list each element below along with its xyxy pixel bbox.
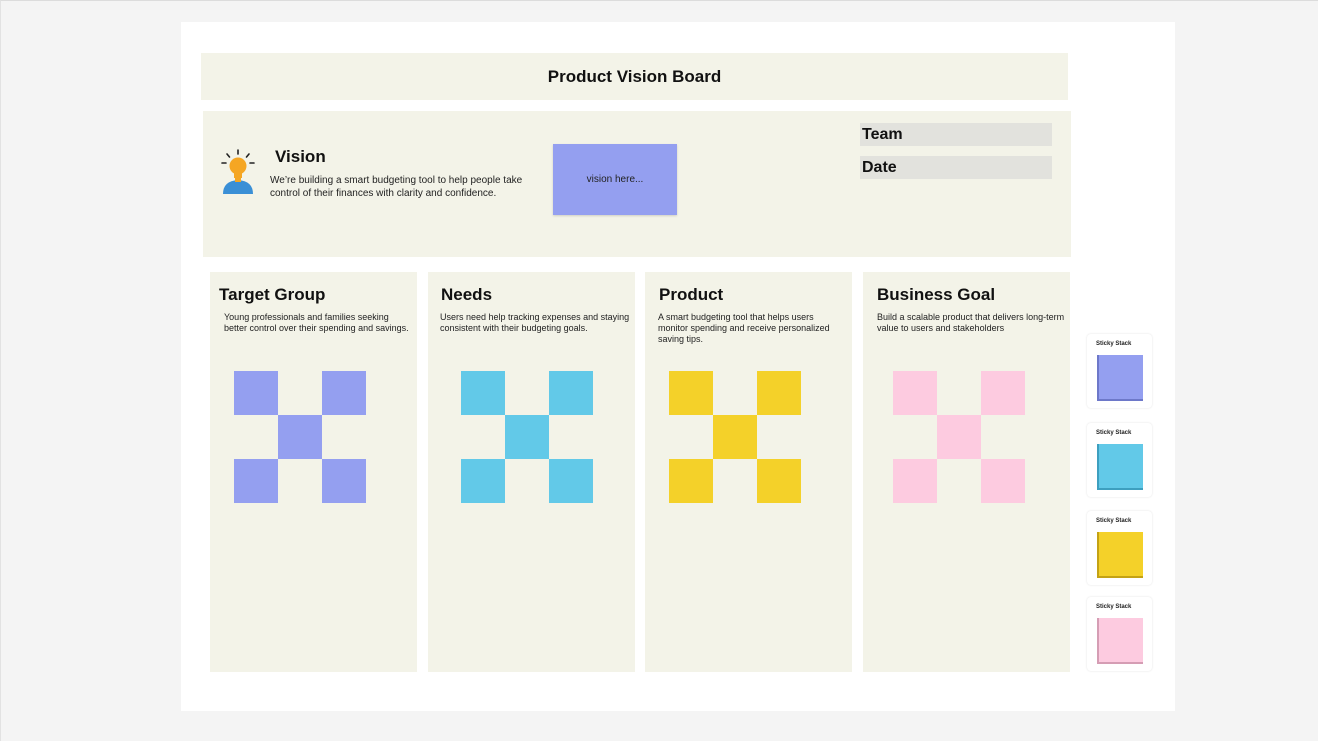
sticky-note[interactable] xyxy=(713,415,757,459)
sticky-note[interactable] xyxy=(461,459,505,503)
sticky-stack-label: Sticky Stack xyxy=(1096,518,1132,524)
vision-heading: Vision xyxy=(275,147,326,166)
sticky-note[interactable] xyxy=(757,459,801,503)
sticky-note[interactable] xyxy=(981,371,1025,415)
sticky-note[interactable] xyxy=(322,459,366,503)
sticky-note[interactable] xyxy=(549,371,593,415)
sticky-note[interactable] xyxy=(461,371,505,415)
date-field[interactable]: Date xyxy=(860,156,1052,179)
lightbulb-person-icon xyxy=(221,149,255,194)
sticky-stack-yellow[interactable]: Sticky Stack xyxy=(1087,511,1152,585)
vision-sticky-text: vision here... xyxy=(586,174,644,185)
board-title-bar[interactable]: Product Vision Board xyxy=(201,53,1068,100)
sticky-note[interactable] xyxy=(234,371,278,415)
column-heading: Needs xyxy=(441,285,493,304)
needs-column[interactable]: Needs Users need help tracking expenses … xyxy=(428,272,635,672)
sticky-stack-note[interactable] xyxy=(1097,444,1143,490)
column-description: Build a scalable product that delivers l… xyxy=(877,312,1065,333)
column-description: Young professionals and families seeking… xyxy=(224,312,409,333)
sticky-note[interactable] xyxy=(669,371,713,415)
sticky-note[interactable] xyxy=(893,371,937,415)
vision-description: We’re building a smart budgeting tool to… xyxy=(270,175,523,199)
sticky-stack-label: Sticky Stack xyxy=(1096,604,1132,610)
column-description: A smart budgeting tool that helps users … xyxy=(658,312,830,344)
sticky-note[interactable] xyxy=(937,415,981,459)
date-label: Date xyxy=(862,158,897,176)
sticky-stack-note[interactable] xyxy=(1097,355,1143,401)
column-heading: Business Goal xyxy=(877,285,996,304)
column-heading: Product xyxy=(659,285,724,304)
sticky-stack-note[interactable] xyxy=(1097,532,1143,578)
sticky-note[interactable] xyxy=(757,371,801,415)
board-title: Product Vision Board xyxy=(547,66,722,86)
vision-sticky-note[interactable]: vision here... xyxy=(553,144,677,215)
sticky-note[interactable] xyxy=(893,459,937,503)
sticky-note[interactable] xyxy=(669,459,713,503)
sticky-stack-note[interactable] xyxy=(1097,618,1143,664)
sticky-stack-blue[interactable]: Sticky Stack xyxy=(1087,423,1152,497)
sticky-note[interactable] xyxy=(322,371,366,415)
column-description: Users need help tracking expenses and st… xyxy=(440,312,630,333)
team-label: Team xyxy=(862,125,903,143)
sticky-stack-label: Sticky Stack xyxy=(1096,430,1132,436)
sticky-stack-purple[interactable]: Sticky Stack xyxy=(1087,334,1152,408)
sticky-note[interactable] xyxy=(278,415,322,459)
sticky-stack-label: Sticky Stack xyxy=(1096,341,1132,347)
sticky-note[interactable] xyxy=(234,459,278,503)
sticky-note[interactable] xyxy=(981,459,1025,503)
sticky-note[interactable] xyxy=(505,415,549,459)
column-heading: Target Group xyxy=(219,285,326,304)
sticky-note[interactable] xyxy=(549,459,593,503)
team-field[interactable]: Team xyxy=(860,123,1052,146)
sticky-stack-pink[interactable]: Sticky Stack xyxy=(1087,597,1152,671)
